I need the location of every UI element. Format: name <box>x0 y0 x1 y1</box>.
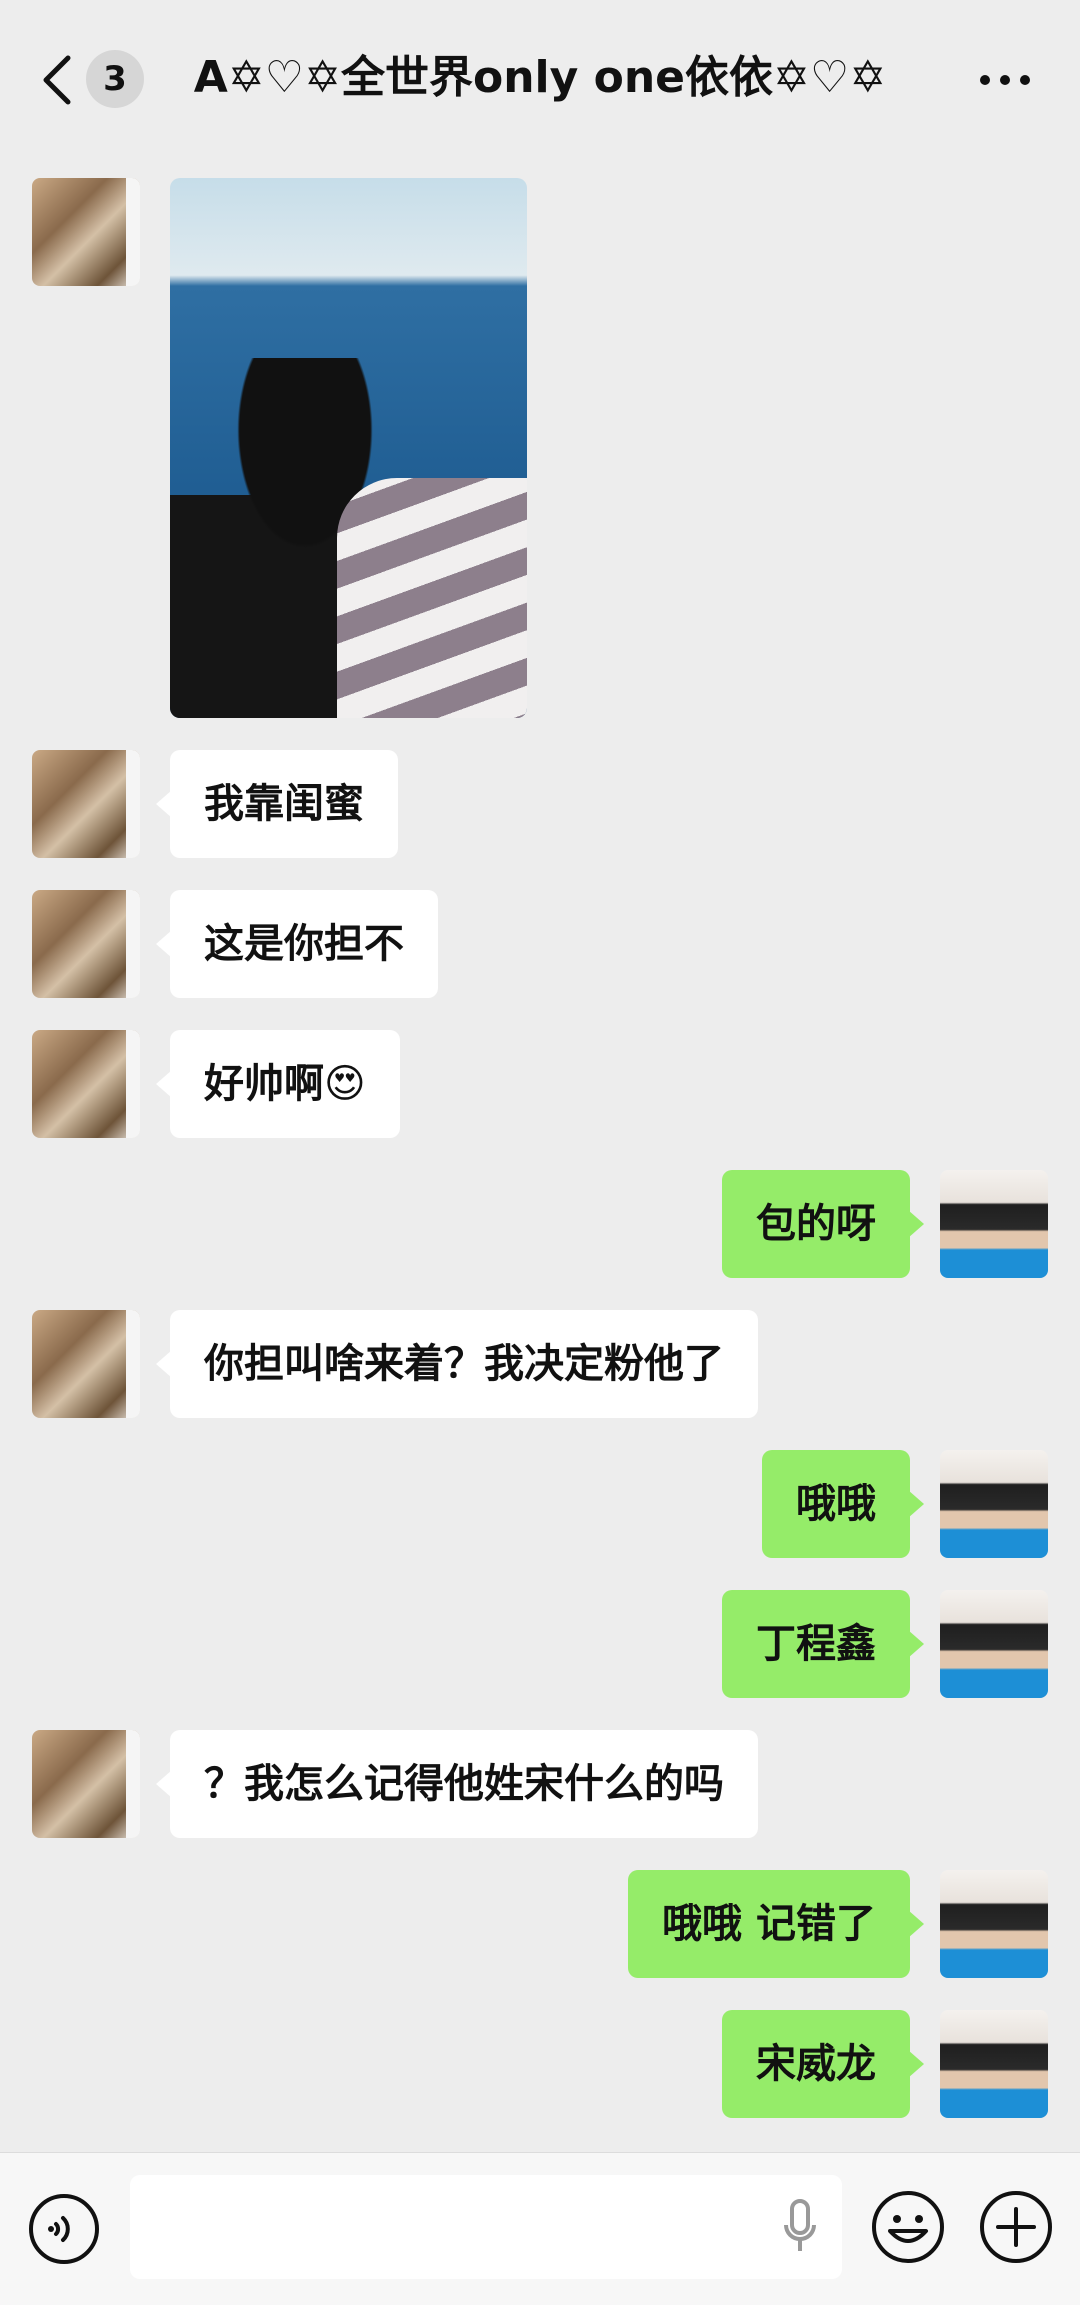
self-avatar[interactable] <box>940 2010 1048 2118</box>
contact-avatar[interactable] <box>32 890 140 998</box>
message-bubble-sent[interactable]: 包的呀 <box>722 1170 924 1278</box>
voice-input-icon[interactable] <box>28 2193 100 2265</box>
back-icon[interactable] <box>38 50 78 110</box>
input-bar <box>0 2152 1080 2305</box>
message-input[interactable] <box>130 2175 842 2279</box>
contact-avatar[interactable] <box>32 750 140 858</box>
message-bubble-sent[interactable]: 丁程鑫 <box>722 1590 924 1698</box>
message-bubble-received[interactable]: 这是你担不 <box>156 890 438 998</box>
contact-avatar[interactable] <box>32 1030 140 1138</box>
unread-count-badge[interactable]: 3 <box>86 50 144 108</box>
self-avatar[interactable] <box>940 1450 1048 1558</box>
message-bubble-received[interactable]: 你担叫啥来着？我决定粉他了 <box>156 1310 758 1418</box>
contact-avatar[interactable] <box>32 178 140 286</box>
add-more-icon[interactable] <box>978 2189 1054 2265</box>
self-avatar[interactable] <box>940 1870 1048 1978</box>
chat-header: 3 A✡♡✡全世界only one依依✡♡✡ <box>0 0 1080 150</box>
more-options-icon[interactable] <box>975 60 1035 100</box>
emoji-icon[interactable] <box>870 2189 946 2265</box>
message-bubble-sent[interactable]: 哦哦 <box>762 1450 924 1558</box>
message-bubble-sent[interactable]: 宋威龙 <box>722 2010 924 2118</box>
chat-title: A✡♡✡全世界only one依依✡♡✡ <box>193 52 887 103</box>
message-bubble-received[interactable]: ？我怎么记得他姓宋什么的吗 <box>156 1730 758 1838</box>
contact-avatar[interactable] <box>32 1730 140 1838</box>
contact-avatar[interactable] <box>32 1310 140 1418</box>
self-avatar[interactable] <box>940 1170 1048 1278</box>
photo-towel <box>337 478 527 718</box>
self-avatar[interactable] <box>940 1590 1048 1698</box>
image-message[interactable] <box>170 178 527 718</box>
message-bubble-received[interactable]: 好帅啊😍 <box>156 1030 400 1138</box>
message-bubble-sent[interactable]: 哦哦 记错了 <box>628 1870 924 1978</box>
message-bubble-received[interactable]: 我靠闺蜜 <box>156 750 398 858</box>
microphone-icon[interactable] <box>780 2197 820 2257</box>
